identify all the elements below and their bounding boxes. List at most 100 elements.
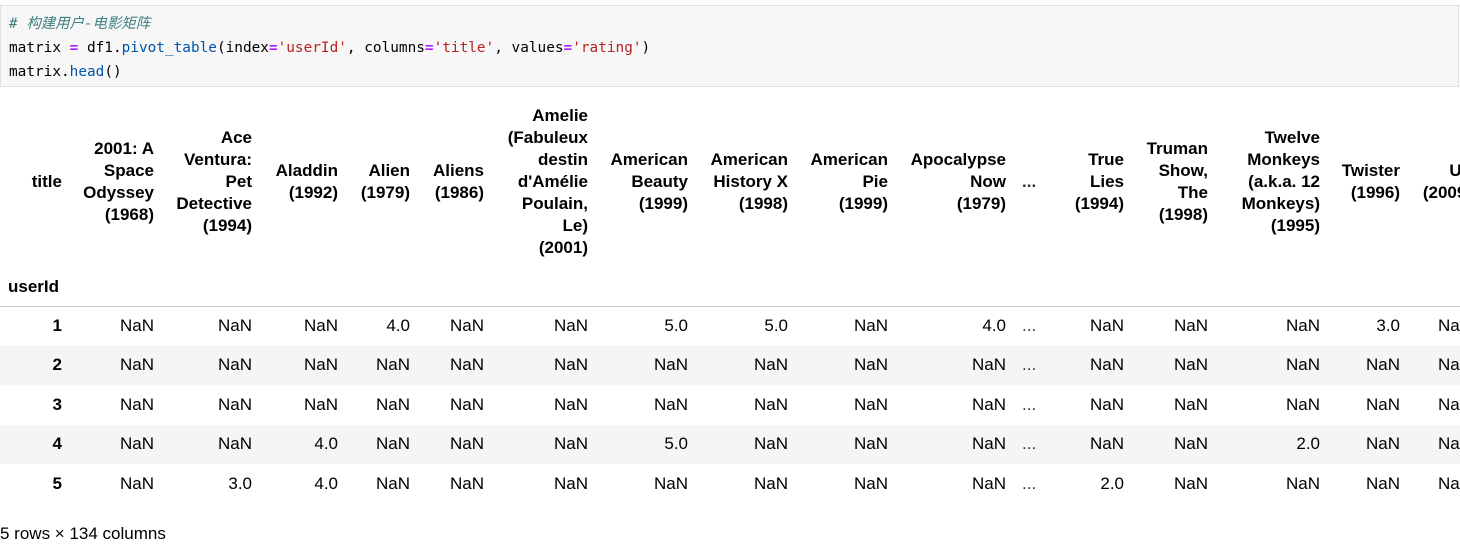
index-name-spacer <box>1328 268 1408 307</box>
table-cell: NaN <box>653 473 688 493</box>
index-name-label: userId <box>0 268 70 307</box>
table-cell: NaN <box>1285 316 1320 335</box>
index-name-spacer <box>696 268 796 307</box>
code-line-head: matrix.head() <box>9 60 1450 84</box>
column-header-line: Beauty <box>631 171 688 191</box>
table-cell: 5.0 <box>664 434 688 454</box>
column-header-line: (1994) <box>202 215 252 235</box>
table-cell: NaN <box>753 394 788 414</box>
table-cell: NaN <box>1365 434 1400 454</box>
column-header-line: American <box>610 149 688 169</box>
table-cell: NaN <box>853 473 888 493</box>
column-header-row: title 2001: A Space Odyssey (1968) Ace Ventur… <box>0 95 1460 268</box>
column-header: American History X (1998) <box>696 95 796 268</box>
table-cell: NaN <box>303 394 338 414</box>
table-cell: NaN <box>1173 434 1208 454</box>
table-cell: NaN <box>449 355 484 375</box>
table-cell: NaN <box>1365 394 1400 414</box>
column-header: Twelve Monkeys (a.k.a. 12 Monkeys) (1995) <box>1216 95 1328 268</box>
column-header: ... <box>1014 95 1044 268</box>
column-header-line: (1986) <box>434 182 484 202</box>
table-cell: NaN <box>1173 473 1208 493</box>
table-cell: ... <box>1022 473 1037 493</box>
row-index: 1 <box>52 316 62 335</box>
table-cell: ... <box>1022 434 1037 454</box>
table-cell: 4.0 <box>982 316 1006 335</box>
column-header-line: Le) <box>562 215 589 235</box>
column-header-line: Detective <box>176 193 252 213</box>
column-header-line: (2009) <box>1422 182 1460 202</box>
table-cell: NaN <box>375 355 410 375</box>
code-cell[interactable]: # 构建用户-电影矩阵 matrix = df1.pivot_table(ind… <box>0 5 1459 87</box>
table-cell: NaN <box>119 394 154 414</box>
table-cell: NaN <box>971 473 1006 493</box>
column-header: American Pie (1999) <box>796 95 896 268</box>
column-header-line: destin <box>537 149 588 169</box>
column-header: Alien (1979) <box>346 95 418 268</box>
column-header-line: Monkeys <box>1247 149 1320 169</box>
column-header-line: (1992) <box>288 182 338 202</box>
row-index: 4 <box>52 434 62 454</box>
column-header-line: Up <box>1449 160 1460 180</box>
column-header-line: Pet <box>225 171 252 191</box>
column-header-line: (2001) <box>538 237 588 257</box>
column-header-line: (a.k.a. 12 <box>1248 171 1320 191</box>
column-header: American Beauty (1999) <box>596 95 696 268</box>
table-cell: NaN <box>119 355 154 375</box>
table-row: 3 NaN NaN NaN NaN NaN NaN NaN NaN NaN NaN... NaN NaN… <box>0 385 1460 425</box>
column-header-line: (Fabuleux <box>507 127 588 147</box>
dataframe-shape-footer: 5 rows × 134 columns <box>0 524 166 543</box>
code-token: = <box>424 40 434 56</box>
code-token: matrix. <box>9 64 70 80</box>
table-cell: NaN <box>1089 394 1124 414</box>
column-header: Ace Ventura: Pet Detective (1994) <box>162 95 260 268</box>
table-cell: NaN <box>1089 355 1124 375</box>
table-row: 5 NaN 3.0 4.0 NaN NaN NaN NaN NaN NaN NaN... 2.0 NaN… <box>0 464 1460 504</box>
table-cell: NaN <box>449 394 484 414</box>
column-header-line: d'Amélie <box>517 171 588 191</box>
column-header-line: Now <box>970 171 1006 191</box>
column-header-line: Ace <box>220 127 252 147</box>
table-cell: 3.0 <box>228 473 252 493</box>
column-header: Apocalypse Now (1979) <box>896 95 1014 268</box>
column-header-line: Poulain, <box>521 193 588 213</box>
code-token: 'rating' <box>572 40 642 56</box>
code-token: = <box>563 40 573 56</box>
table-cell: NaN <box>1365 355 1400 375</box>
column-header-line: Amelie <box>532 105 588 125</box>
table-cell: 5.0 <box>664 316 688 335</box>
index-name-spacer <box>70 268 162 307</box>
table-cell: NaN <box>1173 394 1208 414</box>
code-token: = <box>60 40 87 56</box>
table-cell: NaN <box>853 434 888 454</box>
table-cell: NaN <box>553 434 588 454</box>
index-name-spacer <box>1044 268 1132 307</box>
row-index: 5 <box>52 473 62 493</box>
column-header: Aladdin (1992) <box>260 95 346 268</box>
table-row: 4 NaN NaN 4.0 NaN NaN NaN 5.0 NaN NaN NaN... NaN NaN… <box>0 424 1460 464</box>
table-cell: NaN <box>971 434 1006 454</box>
table-cell: NaN <box>553 316 588 335</box>
table-cell: NaN <box>971 355 1006 375</box>
table-cell: NaN <box>1285 394 1320 414</box>
column-header: Aliens (1986) <box>418 95 492 268</box>
code-token: 'title' <box>433 40 495 56</box>
column-header-line: (1999) <box>838 193 888 213</box>
table-cell: NaN <box>1285 355 1320 375</box>
table-cell: 3.0 <box>1376 316 1400 335</box>
column-header-line: True <box>1088 149 1124 169</box>
column-header-line: Monkeys) <box>1241 193 1320 213</box>
column-header-line: Alien <box>368 160 410 180</box>
table-row: 1 NaN NaN NaN 4.0 NaN NaN 5.0 5.0 NaN 4.0... NaN NaN… <box>0 306 1460 346</box>
column-header-line: Pie <box>862 171 888 191</box>
table-cell: NaN <box>1173 355 1208 375</box>
index-name-spacer <box>796 268 896 307</box>
table-cell: NaN <box>217 434 252 454</box>
code-line-pivot: matrix = df1.pivot_table(index='userId',… <box>9 36 1450 60</box>
table-cell: NaN <box>375 434 410 454</box>
row-index: 2 <box>52 355 62 375</box>
code-token: 'userId' <box>277 40 347 56</box>
column-header: Up(2009) <box>1408 95 1460 268</box>
index-name-spacer <box>1014 268 1044 307</box>
index-name-spacer <box>1216 268 1328 307</box>
